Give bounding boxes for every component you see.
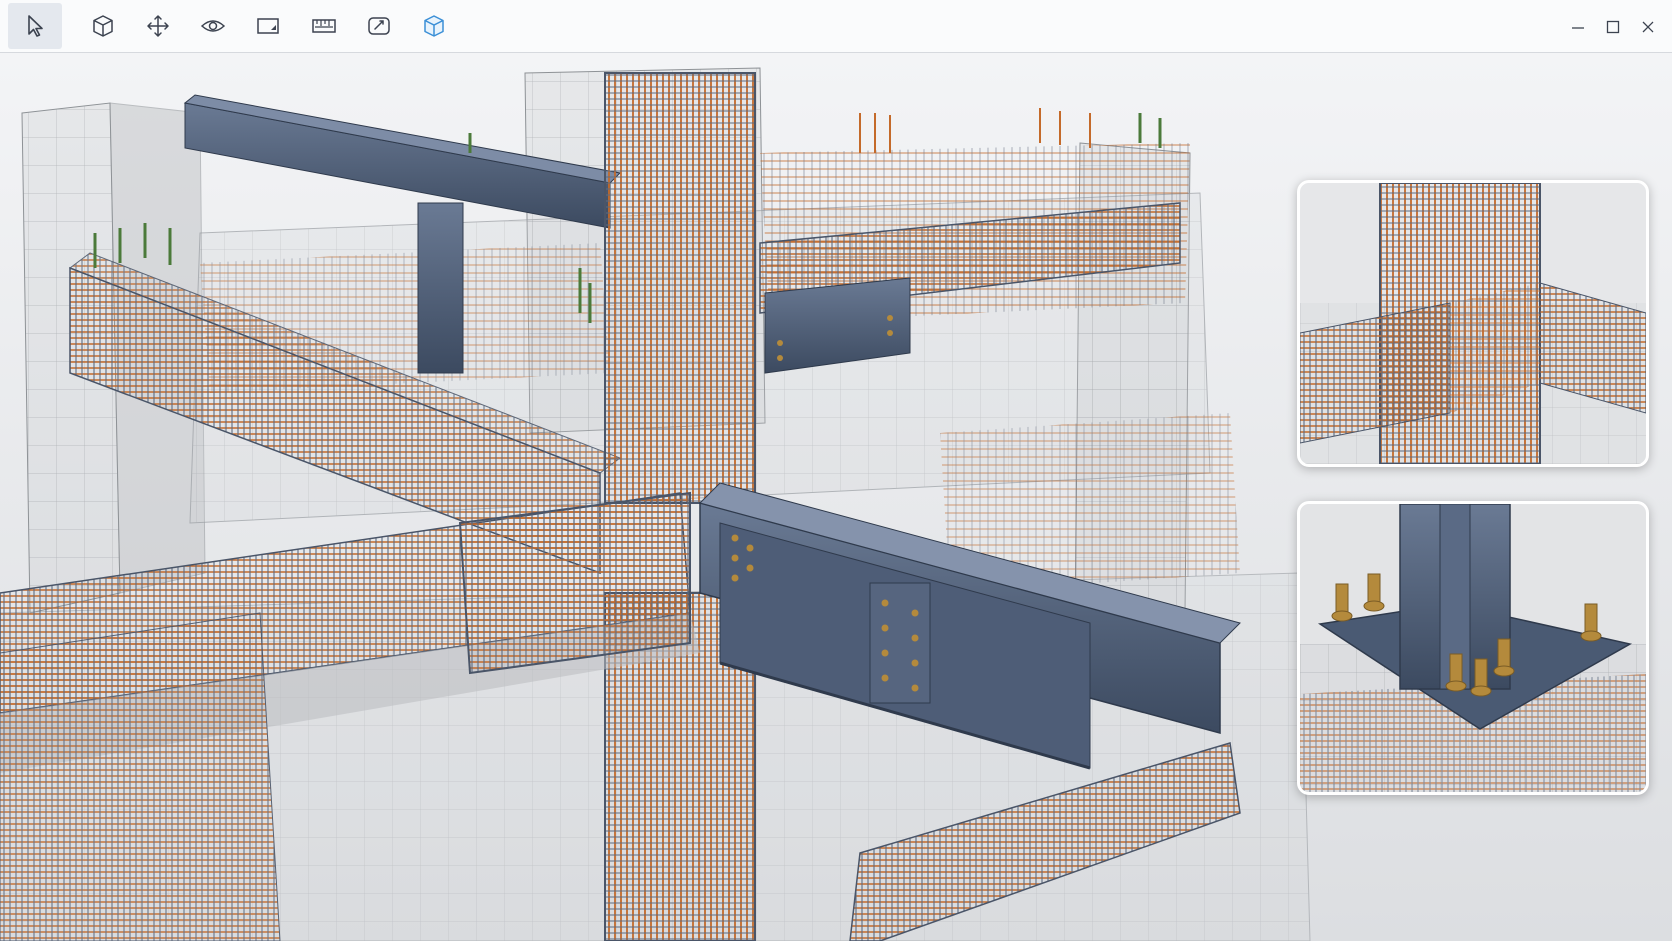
move-arrows-icon	[147, 15, 169, 37]
measure-tool-button[interactable]	[297, 3, 351, 49]
model-tool-button[interactable]	[407, 3, 461, 49]
3d-view-tool-button[interactable]	[76, 3, 130, 49]
cursor-arrow-icon	[28, 15, 43, 37]
app-window	[0, 0, 1672, 941]
section-plane-tool-button[interactable]	[241, 3, 295, 49]
close-icon	[1642, 21, 1654, 33]
column-base-plate-render	[1300, 504, 1646, 792]
annotation-icon	[368, 17, 390, 35]
annotate-tool-button[interactable]	[352, 3, 406, 49]
maximize-icon	[1606, 20, 1620, 34]
blue-cube-icon	[424, 15, 444, 37]
cube-icon	[93, 15, 113, 37]
minimize-button[interactable]	[1561, 10, 1595, 44]
section-plane-icon	[257, 18, 279, 34]
column-beam-joint-render	[1300, 183, 1646, 464]
close-button[interactable]	[1631, 10, 1665, 44]
minimize-icon	[1572, 27, 1584, 29]
eye-icon	[200, 20, 226, 32]
select-tool-button[interactable]	[8, 3, 62, 49]
3d-viewport[interactable]	[0, 53, 1672, 941]
detail-inset-column-base-plate[interactable]	[1297, 501, 1649, 795]
maximize-button[interactable]	[1596, 10, 1630, 44]
ruler-icon	[312, 19, 336, 33]
move-tool-button[interactable]	[131, 3, 185, 49]
visibility-tool-button[interactable]	[186, 3, 240, 49]
detail-inset-column-beam-joint[interactable]	[1297, 180, 1649, 467]
toolbar	[0, 0, 1672, 53]
